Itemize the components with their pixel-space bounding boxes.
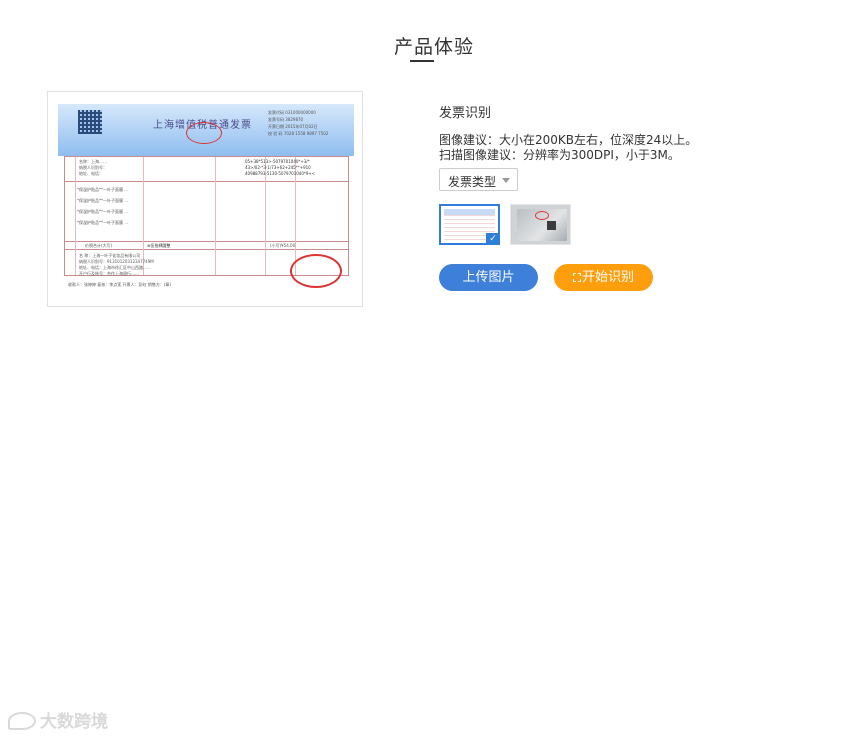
stamp-icon xyxy=(535,211,549,220)
seller-seal-icon xyxy=(290,254,342,288)
cipher-block: 05+38*513>-5079701040*+3/* 43>/02-*3-1/7… xyxy=(245,159,315,177)
invoice-image: 上海增值税普通发票 发票代码 031000000000 发票号码 3829870… xyxy=(58,104,354,290)
sample-thumbnail-2[interactable] xyxy=(510,204,571,245)
scan-tip: 扫描图像建议：分辨率为300DPI，小于3M。 xyxy=(439,148,680,162)
seal-stamp-icon xyxy=(186,122,222,144)
qr-code-icon xyxy=(547,221,556,230)
item-line: *保温护贴品**一叶子面膜 … xyxy=(77,220,129,225)
buyer-line: 地址、电话： xyxy=(79,171,103,176)
invoice-preview: 上海增值税普通发票 发票代码 031000000000 发票号码 3829870… xyxy=(47,91,363,307)
total-label: 价税合计(大写) xyxy=(85,243,113,248)
seller-block: 名 称：上海一叶子化妆品有限公司 纳税人识别号：9131012031234774… xyxy=(79,253,154,277)
buyer-block: 名称：上海…… 纳税人识别号： 地址、电话： xyxy=(79,159,107,177)
invoice-meta-line: 开票日期 2015年07月02日 xyxy=(268,124,318,129)
invoice-meta: 发票代码 031000000000 发票号码 3829870 开票日期 2015… xyxy=(268,109,328,137)
watermark-text: 大数跨境 xyxy=(40,712,108,732)
item-line: *保温护贴品**一叶子面膜 … xyxy=(77,209,129,214)
watermark-logo-icon xyxy=(8,712,36,730)
invoice-type-value: 发票类型 xyxy=(448,175,497,189)
table-col-divider xyxy=(75,157,76,275)
watermark: 大数跨境 xyxy=(8,707,108,732)
total-value: ⊗伍拾肆圆整 xyxy=(147,243,171,248)
cipher-line: 40988793-5130-5079701040*9+< xyxy=(245,171,316,176)
table-divider xyxy=(65,181,348,182)
invoice-sign-row: 收款人：张婷婷 复核：李点莲 开票人：彭虹 销售方：(章) xyxy=(68,282,171,287)
panel-title: 发票识别 xyxy=(439,106,492,121)
table-divider xyxy=(65,249,348,250)
start-button-label: 开始识别 xyxy=(581,270,634,285)
qr-code-icon xyxy=(78,110,102,134)
seller-line: 开户行及账号：合作上海银行…… xyxy=(79,271,139,276)
table-col-divider xyxy=(215,157,216,275)
invoice-meta-line: 发票号码 3829870 xyxy=(268,117,304,122)
sample-thumbnail-1[interactable]: ✓ xyxy=(439,204,500,245)
check-icon: ✓ xyxy=(486,233,500,245)
table-divider xyxy=(65,241,348,242)
chevron-down-icon xyxy=(502,178,510,183)
start-recognition-button[interactable]: 开始识别 xyxy=(554,264,653,291)
items-block: *保温护贴品**一叶子面膜 … *保温护贴品**一叶子面膜 … *保温护贴品**… xyxy=(77,187,128,226)
page-title: 产品体验 xyxy=(393,36,474,58)
upload-button-label: 上传图片 xyxy=(462,270,515,285)
invoice-meta-line: 发票代码 031000000000 xyxy=(268,110,316,115)
scan-icon xyxy=(572,273,581,282)
invoice-type-select[interactable]: 发票类型 xyxy=(439,168,518,191)
title-underline xyxy=(410,60,434,62)
upload-image-button[interactable]: 上传图片 xyxy=(439,264,538,291)
total-small: (小写)¥54.00 xyxy=(270,243,296,248)
invoice-meta-line: 校 验 码 7028 1558 9897 7502 xyxy=(268,131,329,136)
item-line: *保温护贴品**一叶子面膜 … xyxy=(77,198,129,203)
item-line: *保温护贴品**一叶子面膜 … xyxy=(77,187,129,192)
